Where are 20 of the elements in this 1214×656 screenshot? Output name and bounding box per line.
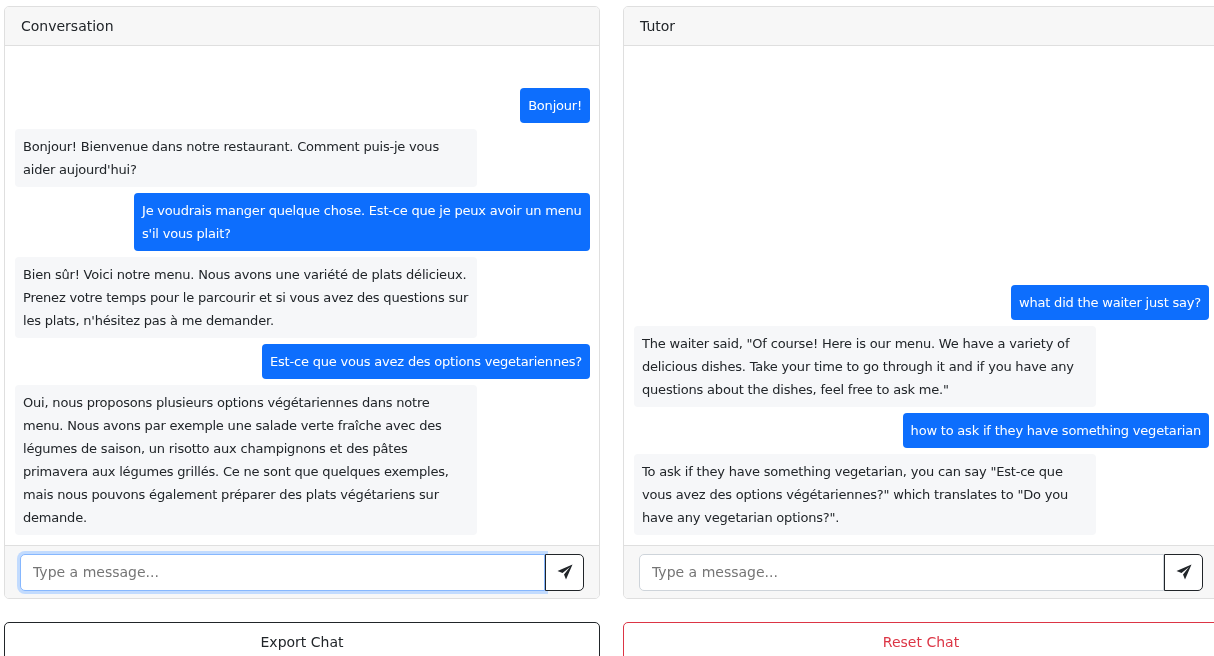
reply-message: Oui, nous proposons plusieurs options végétariennes dans notre menu. Nous avons par exemple une salade verte fraîche avec des légumes de saison, un risotto aux champignons et des pâtes primavera aux légumes grillés. Ce ne sont que quelques exemples, mais nous pouvons également préparer des plats végétariens sur demande. [15,385,477,535]
user-message: how to ask if they have something vegetarian [902,413,1209,448]
send-button[interactable] [1164,553,1203,591]
user-message: what did the waiter just say? [1011,285,1209,320]
send-button[interactable] [545,553,584,591]
user-message: Est-ce que vous avez des options vegetariennes? [262,344,590,379]
reply-message: Bien sûr! Voici notre menu. Nous avons une variété de plats délicieux. Prenez votre temps pour le parcourir et si vous avez des questions sur les plats, n'hésitez pas à me demander. [15,257,477,338]
user-message: Je voudrais manger quelque chose. Est-ce que je peux avoir un menu s'il vous plait? [134,193,590,251]
panel-title: Conversation [21,18,114,34]
panel-title: Tutor [640,18,676,34]
reply-message: Bonjour! Bienvenue dans notre restaurant. Comment puis-je vous aider aujourd'hui? [15,129,477,187]
send-icon [556,564,573,580]
export-button[interactable]: Export Chat [4,622,600,656]
message-input[interactable]: Type a message... [639,553,1164,591]
reply-message: The waiter said, "Of course! Here is our menu. We have a variety of delicious dishes. Take your time to go through it and if you have any questions about the dishes, feel free to ask me." [634,326,1096,407]
reply-message: To ask if they have something vegetarian, you can say "Est-ce que vous avez des options végétariennes?" which translates to "Do you have any vegetarian options?". [634,454,1096,535]
user-message: Bonjour! [520,88,590,123]
message-input[interactable]: Type a message... [20,553,545,591]
send-icon [1175,564,1192,580]
reset-button[interactable]: Reset Chat [623,622,1214,656]
